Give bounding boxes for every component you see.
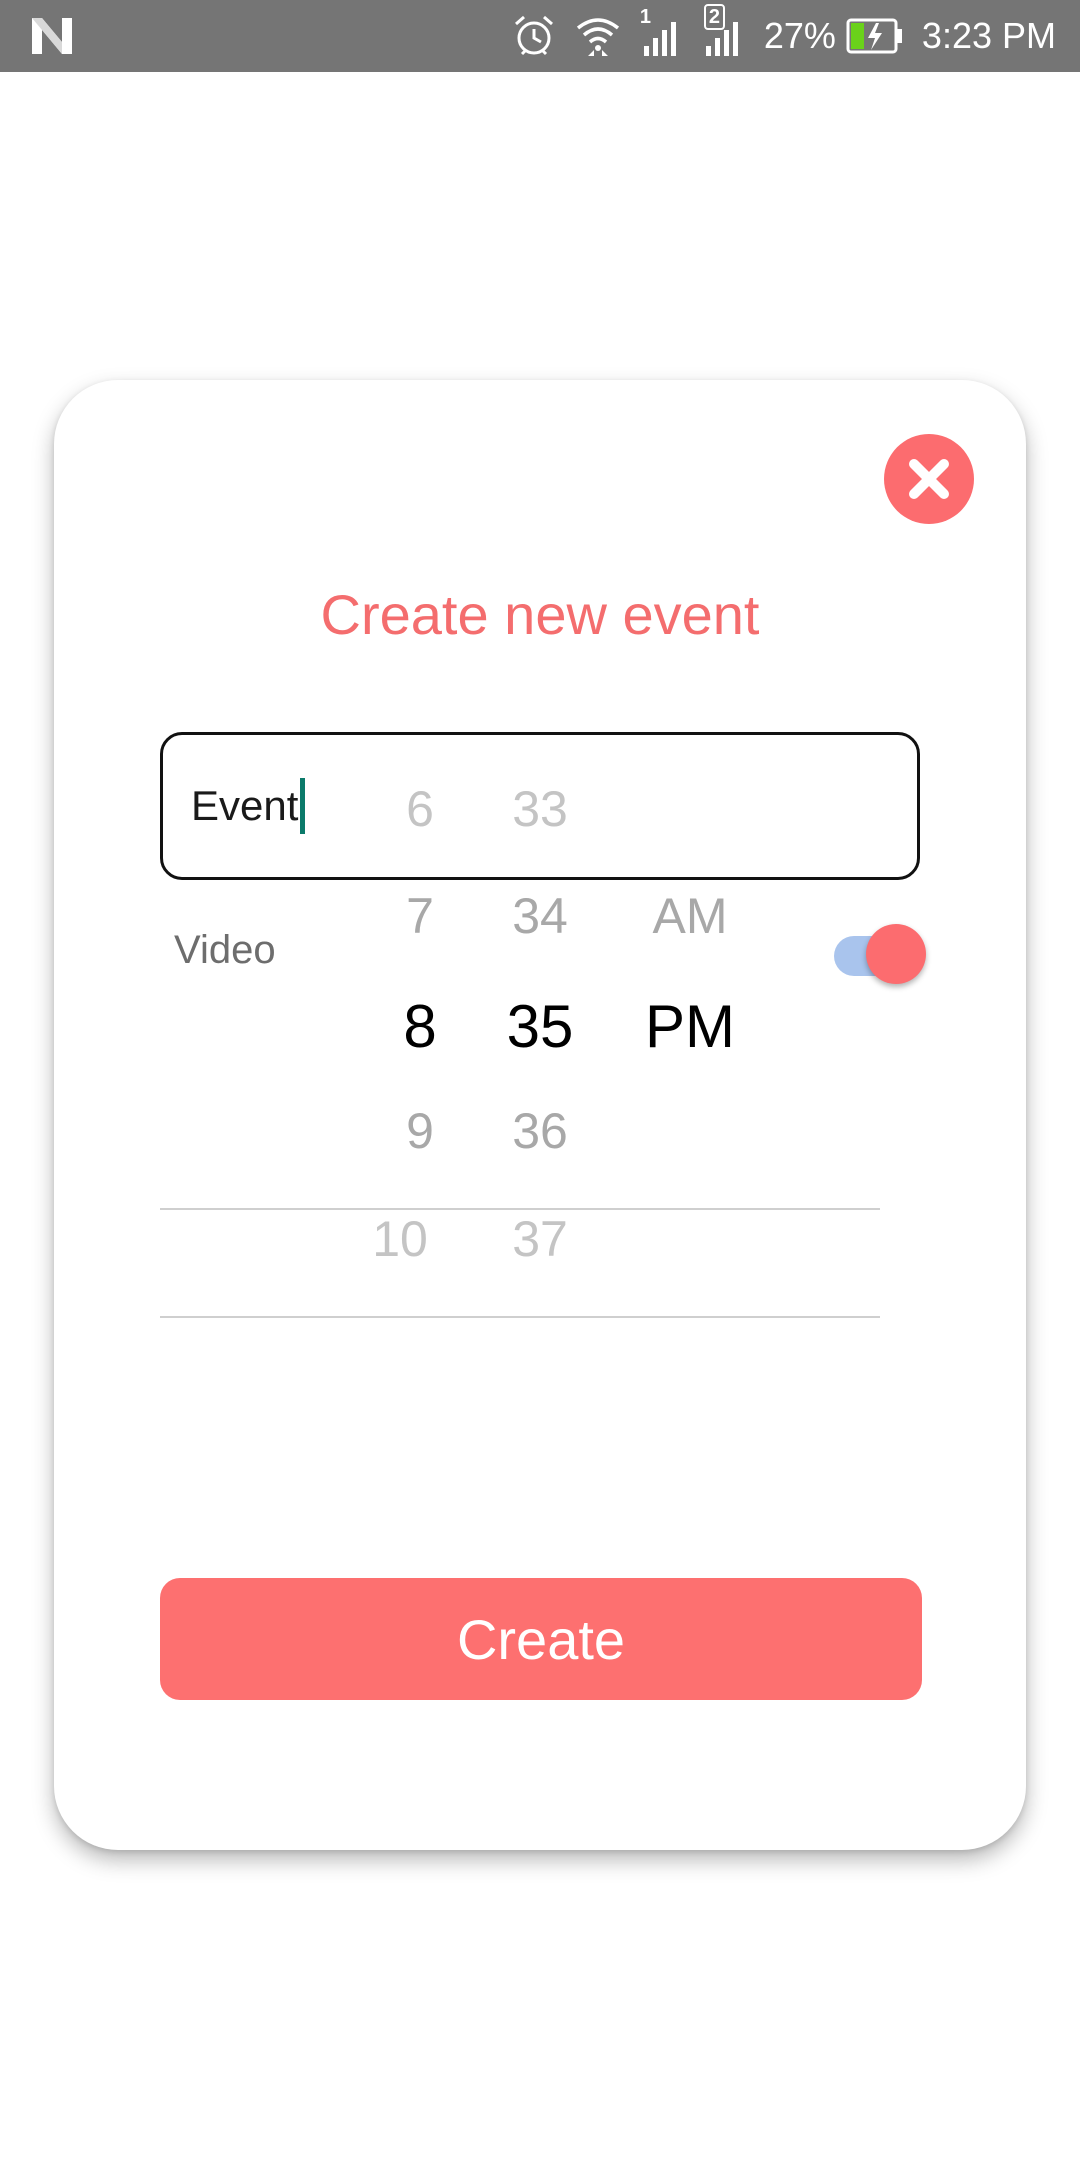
battery-charging-icon xyxy=(846,17,904,55)
sim2-badge: 2 xyxy=(703,4,725,30)
create-event-dialog: Create new event Event Video 6 7 8 9 10 … xyxy=(54,380,1026,1850)
picker-hour-item[interactable]: 10 xyxy=(340,1210,460,1268)
signal-sim1-icon: 1 xyxy=(640,6,684,58)
picker-selection-bottom-line xyxy=(160,1316,880,1318)
picker-minute-selected[interactable]: 35 xyxy=(470,992,610,1061)
close-icon xyxy=(905,455,953,503)
notification-n-icon xyxy=(30,16,74,56)
picker-minute-item[interactable]: 37 xyxy=(470,1210,610,1268)
battery-percent: 27% xyxy=(763,15,836,56)
picker-ampm-selected[interactable]: PM xyxy=(600,992,780,1061)
create-button[interactable]: Create xyxy=(160,1578,922,1700)
status-bar-right: 1 2 27% 3:23 PM xyxy=(512,4,1056,58)
picker-hour-item[interactable]: 7 xyxy=(360,887,480,945)
sim1-badge: 1 xyxy=(639,6,651,28)
picker-minute-item[interactable]: 33 xyxy=(470,780,610,838)
close-button[interactable] xyxy=(884,434,974,524)
picker-minute-item[interactable]: 34 xyxy=(470,887,610,945)
wifi-icon xyxy=(574,14,622,58)
picker-hour-item[interactable]: 9 xyxy=(360,1102,480,1160)
picker-hour-selected[interactable]: 8 xyxy=(360,992,480,1061)
picker-hour-item[interactable]: 6 xyxy=(360,780,480,838)
battery-indicator: 27% xyxy=(764,15,904,57)
picker-selection-top-line xyxy=(160,1208,880,1210)
time-picker[interactable]: 6 7 8 9 10 33 34 35 36 37 AM PM xyxy=(160,380,880,1480)
picker-minute-item[interactable]: 36 xyxy=(470,1102,610,1160)
status-bar: 1 2 27% 3:23 PM xyxy=(0,0,1080,72)
picker-ampm-item[interactable]: AM xyxy=(600,887,780,945)
status-time: 3:23 PM xyxy=(921,15,1056,56)
alarm-icon xyxy=(512,14,556,58)
status-bar-left xyxy=(30,16,512,56)
signal-sim2-icon: 2 xyxy=(702,4,746,58)
